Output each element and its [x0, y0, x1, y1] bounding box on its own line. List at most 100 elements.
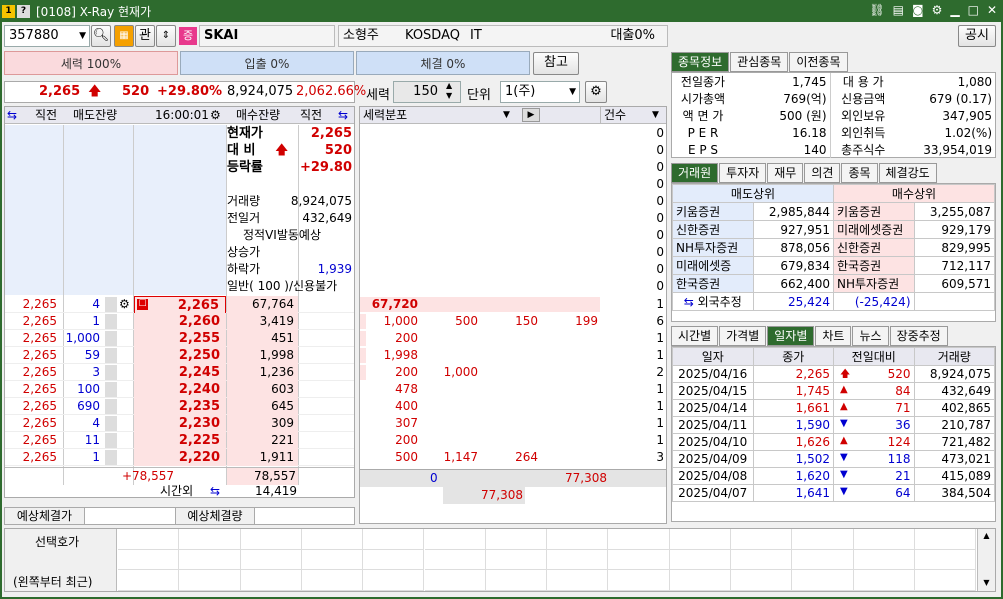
table-row[interactable]: 신한증권 927,951 미래에셋증권 929,179	[672, 220, 995, 239]
marker-icon: ☐	[137, 299, 148, 310]
settings-button[interactable]: ⚙	[585, 81, 607, 103]
scrollbar[interactable]: ▲ ▼	[977, 529, 995, 591]
spin-icon[interactable]: ▲ ▼	[446, 81, 452, 101]
table-row[interactable]: 2,265 690 2,235 645	[5, 398, 354, 415]
table-row[interactable]: 2025/04/11 1,590 ▼ 36 210,787	[672, 416, 995, 434]
ob-h-prev2: 직전	[300, 108, 323, 122]
daily-header: 일자	[672, 347, 754, 366]
table-row[interactable]: 미래에셋증 679,834 한국증권 712,117	[672, 256, 995, 275]
tab-dtabs-0[interactable]: 시간별	[671, 326, 719, 346]
chevron-down-icon[interactable]: ▼	[503, 107, 510, 124]
table-row[interactable]: 2,265 100 2,240 603	[5, 381, 354, 398]
grid-cell	[853, 549, 915, 571]
grid-cell	[179, 570, 241, 592]
search-button[interactable]: 🔍︎	[91, 25, 111, 47]
tab-dtabs-4[interactable]: 뉴스	[852, 326, 889, 346]
dist-count: 1	[656, 399, 664, 413]
tab-dtabs-2[interactable]: 일자별	[767, 326, 815, 346]
grid-cell	[669, 529, 731, 550]
loan-rate: 대출0%	[610, 28, 655, 43]
table-row[interactable]: 2,265 4 2,230 309	[5, 415, 354, 432]
link-icon[interactable]: ⛓	[869, 3, 884, 17]
help-icon[interactable]: ?	[17, 4, 30, 18]
after-value: 14,419	[255, 484, 297, 498]
chevron-down-icon[interactable]: ▼	[652, 107, 659, 124]
gear-icon[interactable]: ⚙	[210, 107, 221, 124]
search-icon: 🔍︎	[92, 28, 110, 43]
capture-icon[interactable]: ◙	[912, 3, 924, 17]
stock-classification: 소형주 KOSDAQ IT 대출0%	[338, 25, 668, 47]
stock-tabs: 종목정보 관심종목 이전종목	[671, 52, 996, 72]
watch-button[interactable]: 관	[135, 25, 155, 47]
gear-icon[interactable]: ⚙	[932, 3, 943, 17]
grid-cell	[118, 549, 180, 571]
tab-btabs-0[interactable]: 거래원	[671, 163, 719, 183]
table-row[interactable]: NH투자증권 878,056 신한증권 829,995	[672, 238, 995, 257]
table-row[interactable]: 2,265 3 2,245 1,236	[5, 364, 354, 381]
daily-change-cell: ▼ 21	[833, 467, 915, 485]
close-icon[interactable]: ✕	[987, 3, 997, 17]
table-row[interactable]: 2025/04/07 1,641 ▼ 64 384,504	[672, 484, 995, 502]
table-row[interactable]: 2,265 4 2,265 67,764 ⚙ ☐	[5, 296, 354, 315]
bid-price[interactable]: 2,220	[134, 449, 226, 466]
dist-header: 세력분포	[363, 108, 408, 122]
history-button[interactable]: ▦	[114, 25, 134, 47]
updown-button[interactable]: ⇕	[156, 25, 176, 47]
daily-header: 전일대비	[833, 347, 915, 366]
grid-cell	[792, 570, 854, 592]
bid-price[interactable]: 2,255	[134, 330, 226, 347]
table-row[interactable]: 2,265 11 2,225 221	[5, 432, 354, 449]
table-row[interactable]: 2,265 1 2,260 3,419	[5, 313, 354, 330]
bid-price[interactable]: 2,235	[134, 398, 226, 415]
table-row[interactable]: 키움증권 2,985,844 키움증권 3,255,087	[672, 202, 995, 221]
gear-icon[interactable]: ⚙	[119, 296, 130, 313]
table-row[interactable]: 2025/04/14 1,661 ▲ 71 402,865	[672, 399, 995, 417]
table-row[interactable]: 2025/04/16 2,265 🡅 520 8,924,075	[672, 365, 995, 383]
tab-dtabs-5[interactable]: 장중추정	[889, 326, 948, 346]
swap-icon[interactable]: ⇆	[210, 484, 220, 499]
table-row[interactable]: 2,265 1,000 2,255 451	[5, 330, 354, 347]
disclosure-button[interactable]: 공시	[958, 25, 996, 47]
tab-rtabs-0[interactable]: 종목정보	[671, 52, 730, 72]
chevron-down-icon[interactable]: ▼	[79, 26, 86, 46]
table-row[interactable]: 2,265 1 2,220 1,911	[5, 449, 354, 466]
daily-date: 2025/04/07	[672, 484, 754, 502]
table-row[interactable]: 2,265 59 2,250 1,998	[5, 347, 354, 364]
bid-price[interactable]: 2,250	[134, 347, 226, 364]
table-row[interactable]: 2025/04/08 1,620 ▼ 21 415,089	[672, 467, 995, 485]
swap-icon[interactable]: ⇆	[7, 107, 17, 124]
bid-price[interactable]: 2,240	[134, 381, 226, 398]
bid-price[interactable]: 2,230	[134, 415, 226, 432]
tab-btabs-1[interactable]: 투자자	[719, 163, 767, 183]
forward-icon[interactable]: ▶	[522, 108, 540, 122]
bid-price[interactable]: 2,260	[134, 313, 226, 330]
expected-qty-label: 예상체결량	[175, 508, 255, 524]
tab-rtabs-2[interactable]: 이전종목	[789, 52, 848, 72]
unit-select[interactable]: 1(주) ▼	[500, 81, 580, 103]
maximize-icon[interactable]: □	[968, 3, 979, 17]
tab-btabs-3[interactable]: 의견	[804, 163, 841, 183]
tab-rtabs-1[interactable]: 관심종목	[730, 52, 789, 72]
bid-price[interactable]: 2,245	[134, 364, 226, 381]
minimize-icon[interactable]: ▁	[950, 3, 959, 17]
table-row[interactable]: 한국증권 662,400 NH투자증권 609,571	[672, 274, 995, 293]
table-row[interactable]: 2025/04/15 1,745 ▲ 84 432,649	[672, 382, 995, 400]
stock-code-input[interactable]: 357880 ▼	[4, 25, 90, 47]
swap-icon[interactable]: ⇆	[684, 295, 698, 309]
bid-qty: 59	[84, 348, 100, 362]
tab-dtabs-1[interactable]: 가격별	[719, 326, 767, 346]
reference-button[interactable]: 참고	[533, 52, 579, 75]
table-row: 67,720 1	[360, 296, 666, 313]
tab-btabs-4[interactable]: 종목	[841, 163, 878, 183]
table-row: 200 1	[360, 432, 666, 449]
tab-btabs-2[interactable]: 재무	[767, 163, 804, 183]
swap-icon[interactable]: ⇆	[338, 107, 348, 124]
tab-btabs-5[interactable]: 체결강도	[878, 163, 937, 183]
bid-price[interactable]: 2,225	[134, 432, 226, 449]
table-row[interactable]: 2025/04/10 1,626 ▲ 124 721,482	[672, 433, 995, 451]
tab-dtabs-3[interactable]: 차트	[815, 326, 852, 346]
grid-cell	[118, 529, 180, 550]
memo-icon[interactable]: ▤	[893, 3, 904, 17]
dist-c1: 200	[395, 433, 418, 447]
table-row[interactable]: 2025/04/09 1,502 ▼ 118 473,021	[672, 450, 995, 468]
